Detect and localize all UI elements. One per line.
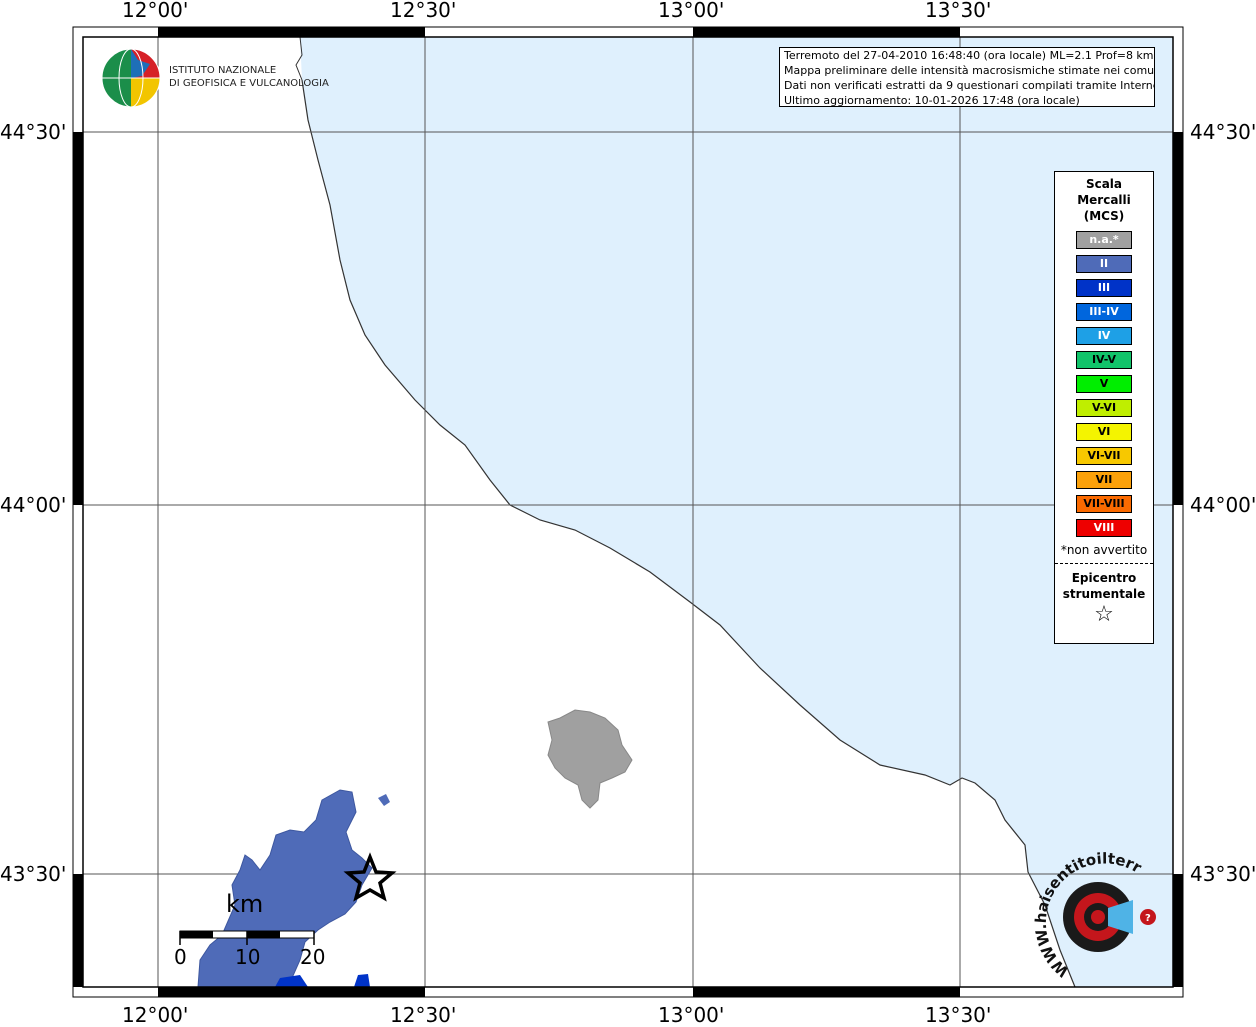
- info-line-1: Terremoto del 27-04-2010 16:48:40 (ora l…: [784, 49, 1154, 62]
- legend-swatch-3: III-IV: [1076, 303, 1132, 321]
- legend-swatches: n.a.* II III III-IV IV IV-V V V-VI VI VI-VII VII VI…: [1055, 231, 1153, 537]
- lon-label-top-1200: 12°00': [122, 0, 189, 22]
- adriatic-sea: [300, 37, 1173, 987]
- lon-label-top-1230: 12°30': [390, 0, 457, 22]
- legend-swatch-0: n.a.*: [1076, 231, 1132, 249]
- info-line-4: Ultimo aggiornamento: 10-01-2026 17:48 (…: [784, 94, 1080, 107]
- legend-swatch-1: II: [1076, 255, 1132, 273]
- scale-bar-title: km: [226, 890, 264, 918]
- lon-label-top-1330: 13°30': [925, 0, 992, 22]
- logo-line-1: ISTITUTO NAZIONALE: [169, 65, 277, 76]
- legend-epi-line-2: strumentale: [1062, 587, 1146, 601]
- legend-note: *non avvertito: [1055, 543, 1153, 564]
- legend-swatch-2: III: [1076, 279, 1132, 297]
- legend-swatch-5: IV-V: [1076, 351, 1132, 369]
- legend-title-line-3: (MCS): [1083, 209, 1125, 223]
- legend-star-icon: ☆: [1094, 602, 1114, 627]
- logo-line-2: DI GEOFISICA E VULCANOLOGIA: [169, 78, 329, 89]
- legend-swatch-7: V-VI: [1076, 399, 1132, 417]
- scale-label-20: 20: [300, 945, 326, 969]
- lat-label-right-4430: 44°30': [1190, 120, 1256, 144]
- legend-swatch-10: VII: [1076, 471, 1132, 489]
- legend-swatch-12: VIII: [1076, 519, 1132, 537]
- legend-title-line-1: Scala: [1085, 177, 1123, 191]
- legend-epi-line-1: Epicentro: [1071, 571, 1137, 585]
- intensity-II-islet: [378, 794, 390, 806]
- municipality-not-felt: [547, 709, 633, 809]
- lon-label-bottom-1200: 12°00': [122, 1003, 189, 1027]
- lat-label-left-4330: 43°30': [0, 862, 67, 886]
- legend-swatch-11: VII-VIII: [1076, 495, 1132, 513]
- info-line-2: Mappa preliminare delle intensità macros…: [784, 64, 1154, 77]
- intensity-II-area: [197, 789, 373, 988]
- lon-label-bottom-1230: 12°30': [390, 1003, 457, 1027]
- lat-label-left-4430: 44°30': [0, 120, 67, 144]
- legend-swatch-4: IV: [1076, 327, 1132, 345]
- ingv-logo-text: ISTITUTO NAZIONALE DI GEOFISICA E VULCAN…: [169, 64, 329, 90]
- lat-label-right-4330: 43°30': [1190, 862, 1256, 886]
- svg-text:?: ?: [1145, 913, 1151, 924]
- lat-label-right-4400: 44°00': [1190, 493, 1256, 517]
- legend-swatch-8: VI: [1076, 423, 1132, 441]
- info-line-3: Dati non verificati estratti da 9 questi…: [784, 79, 1154, 92]
- lat-label-left-4400: 44°00': [0, 493, 67, 517]
- scale-label-0: 0: [174, 945, 187, 969]
- lon-label-top-1300: 13°00': [658, 0, 725, 22]
- legend-epicenter-label: Epicentro strumentale: [1055, 570, 1153, 602]
- event-info-box: Terremoto del 27-04-2010 16:48:40 (ora l…: [779, 47, 1155, 107]
- legend-swatch-6: V: [1076, 375, 1132, 393]
- mcs-legend: Scala Mercalli (MCS) n.a.* II III III-IV IV I…: [1054, 171, 1154, 644]
- legend-title-line-2: Mercalli: [1077, 193, 1131, 207]
- ingv-logo-icon: [101, 48, 161, 108]
- lon-label-bottom-1300: 13°00': [658, 1003, 725, 1027]
- legend-title: Scala Mercalli (MCS): [1055, 176, 1153, 224]
- legend-swatch-9: VI-VII: [1076, 447, 1132, 465]
- intensity-III-area-2: [354, 974, 370, 987]
- scale-label-10: 10: [235, 945, 261, 969]
- lon-label-bottom-1330: 13°30': [925, 1003, 992, 1027]
